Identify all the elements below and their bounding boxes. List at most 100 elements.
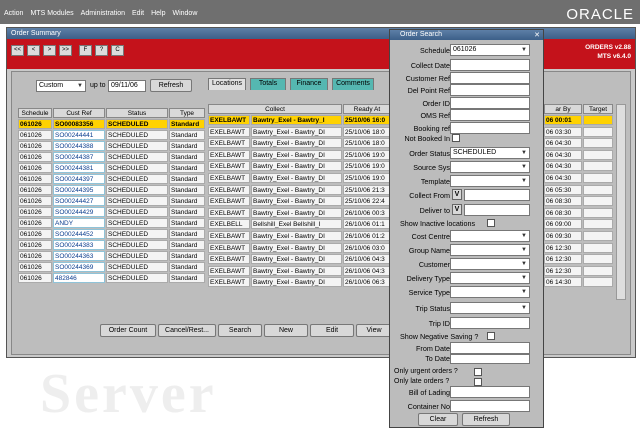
tab-totals[interactable]: Totals <box>250 78 286 90</box>
arrive-by-cell[interactable]: 06 08:30 <box>544 196 582 207</box>
search-text-field[interactable] <box>450 109 530 121</box>
close-icon[interactable]: ✕ <box>534 31 540 39</box>
location-cell[interactable]: Bellshill_Exel Bellshill_I <box>251 219 342 230</box>
clear-button[interactable]: C <box>111 45 124 56</box>
location-cell[interactable]: Bawtry_Exel - Bawtry_DI <box>251 138 342 149</box>
bill-of-lading-field[interactable] <box>450 386 530 398</box>
location-cell[interactable]: 26/10/06 04:3 <box>343 265 391 276</box>
view-button[interactable]: View <box>356 324 392 337</box>
deliver-to-field[interactable] <box>464 204 530 216</box>
to-date-field[interactable] <box>450 354 530 364</box>
table-cell[interactable]: 061026 <box>18 262 52 272</box>
target-cell[interactable] <box>583 115 613 125</box>
table-cell[interactable]: SO00244381 <box>53 163 105 173</box>
collect-from-lookup-button[interactable]: V <box>452 189 462 200</box>
location-cell[interactable]: 26/10/06 06:3 <box>343 277 391 288</box>
source-sys-select[interactable]: ▼ <box>450 161 530 173</box>
refresh-button[interactable]: Refresh <box>150 79 192 92</box>
search-text-field[interactable] <box>450 96 530 109</box>
table-cell[interactable]: Standard <box>169 152 205 162</box>
table-cell[interactable]: SCHEDULED <box>106 185 168 195</box>
table-cell[interactable]: SO00244395 <box>53 185 105 195</box>
target-cell[interactable] <box>583 219 613 230</box>
location-cell[interactable]: Bawtry_Exel - Bawtry_DI <box>251 126 342 137</box>
table-cell[interactable]: Standard <box>169 185 205 195</box>
table-cell[interactable]: 061026 <box>18 207 52 217</box>
location-cell[interactable]: EXELBAWT <box>208 138 250 149</box>
location-cell[interactable]: Bawtry_Exel - Bawtry_DI <box>251 196 342 207</box>
table-cell[interactable]: Standard <box>169 119 205 129</box>
location-cell[interactable]: Bawtry_Exel - Bawtry_DI <box>251 161 342 172</box>
target-cell[interactable] <box>583 173 613 183</box>
edit-button[interactable]: Edit <box>310 324 354 337</box>
table-cell[interactable]: SO00244383 <box>53 240 105 250</box>
tab-finance[interactable]: Finance <box>290 78 328 90</box>
table-cell[interactable]: SCHEDULED <box>106 207 168 217</box>
table-cell[interactable]: Standard <box>169 251 205 261</box>
table-cell[interactable]: SCHEDULED <box>106 130 168 140</box>
location-cell[interactable]: EXELBAWT <box>208 207 250 218</box>
table-cell[interactable]: SCHEDULED <box>106 240 168 250</box>
order-status-select[interactable]: SCHEDULED ▼ <box>450 147 530 159</box>
table-cell[interactable]: Standard <box>169 174 205 184</box>
location-cell[interactable]: 25/10/06 19:0 <box>343 161 391 172</box>
location-cell[interactable]: Bawtry_Exel - Bawtry_DI <box>251 207 342 218</box>
target-cell[interactable] <box>583 265 613 276</box>
location-cell[interactable]: 25/10/06 18:0 <box>343 138 391 149</box>
menu-mts-modules[interactable]: MTS Modules <box>30 10 73 22</box>
table-cell[interactable]: SCHEDULED <box>106 229 168 239</box>
target-cell[interactable] <box>583 149 613 160</box>
menu-administration[interactable]: Administration <box>81 10 125 22</box>
table-cell[interactable]: 061026 <box>18 251 52 261</box>
arrive-by-cell[interactable]: 06 09:30 <box>544 231 582 241</box>
location-cell[interactable]: EXELBAWT <box>208 115 250 125</box>
schedule-select[interactable]: 061026 ▼ <box>450 44 530 56</box>
location-cell[interactable]: 26/10/06 04:3 <box>343 254 391 265</box>
table-cell[interactable]: Standard <box>169 196 205 206</box>
order-count-button[interactable]: Order Count <box>100 324 156 337</box>
table-cell[interactable]: SCHEDULED <box>106 273 168 283</box>
table-cell[interactable]: Standard <box>169 130 205 140</box>
location-cell[interactable]: EXELBAWT <box>208 173 250 183</box>
help-button[interactable]: ? <box>95 45 108 56</box>
tab-comments[interactable]: Comments <box>332 78 374 90</box>
location-cell[interactable]: 26/10/06 03:0 <box>343 242 391 253</box>
table-cell[interactable]: Standard <box>169 229 205 239</box>
table-cell[interactable]: Standard <box>169 163 205 173</box>
target-cell[interactable] <box>583 196 613 207</box>
arrive-by-cell[interactable]: 06 08:30 <box>544 207 582 218</box>
table-cell[interactable]: SCHEDULED <box>106 196 168 206</box>
trip-id-field[interactable] <box>450 317 530 329</box>
location-cell[interactable]: 26/10/06 01:1 <box>343 219 391 230</box>
table-cell[interactable]: ANDY <box>53 218 105 228</box>
table-cell[interactable]: 061026 <box>18 174 52 184</box>
table-cell[interactable]: Standard <box>169 141 205 151</box>
table-cell[interactable]: 061026 <box>18 240 52 250</box>
dialog-refresh-button[interactable]: Refresh <box>462 413 510 426</box>
menu-help[interactable]: Help <box>151 10 165 22</box>
tab-locations[interactable]: Locations <box>208 78 246 90</box>
location-cell[interactable]: EXELBAWT <box>208 149 250 160</box>
location-cell[interactable]: 25/10/06 22:4 <box>343 196 391 207</box>
arrive-by-cell[interactable]: 06 12:30 <box>544 242 582 253</box>
table-cell[interactable]: Standard <box>169 262 205 272</box>
table-cell[interactable]: SCHEDULED <box>106 174 168 184</box>
location-cell[interactable]: Bawtry_Exel - Bawtry_DI <box>251 231 342 241</box>
location-cell[interactable]: Bawtry_Exel - Bawtry_DI <box>251 184 342 195</box>
location-cell[interactable]: EXELBAWT <box>208 126 250 137</box>
dropdown-select[interactable]: ▼ <box>450 244 530 256</box>
search-button[interactable]: Search <box>218 324 262 337</box>
menu-window[interactable]: Window <box>172 10 197 22</box>
location-cell[interactable]: 25/10/06 19:0 <box>343 149 391 160</box>
arrive-by-cell[interactable]: 06 05:30 <box>544 184 582 195</box>
table-cell[interactable]: SO00244441 <box>53 130 105 140</box>
menu-action[interactable]: Action <box>4 10 23 22</box>
table-cell[interactable]: 482846 <box>53 273 105 283</box>
show-negative-checkbox[interactable] <box>487 332 495 340</box>
prev-record-button[interactable]: < <box>27 45 40 56</box>
late-checkbox[interactable] <box>474 378 482 386</box>
table-cell[interactable]: SO00244397 <box>53 174 105 184</box>
target-cell[interactable] <box>583 254 613 265</box>
target-cell[interactable] <box>583 126 613 137</box>
location-cell[interactable]: 26/10/06 00:3 <box>343 207 391 218</box>
